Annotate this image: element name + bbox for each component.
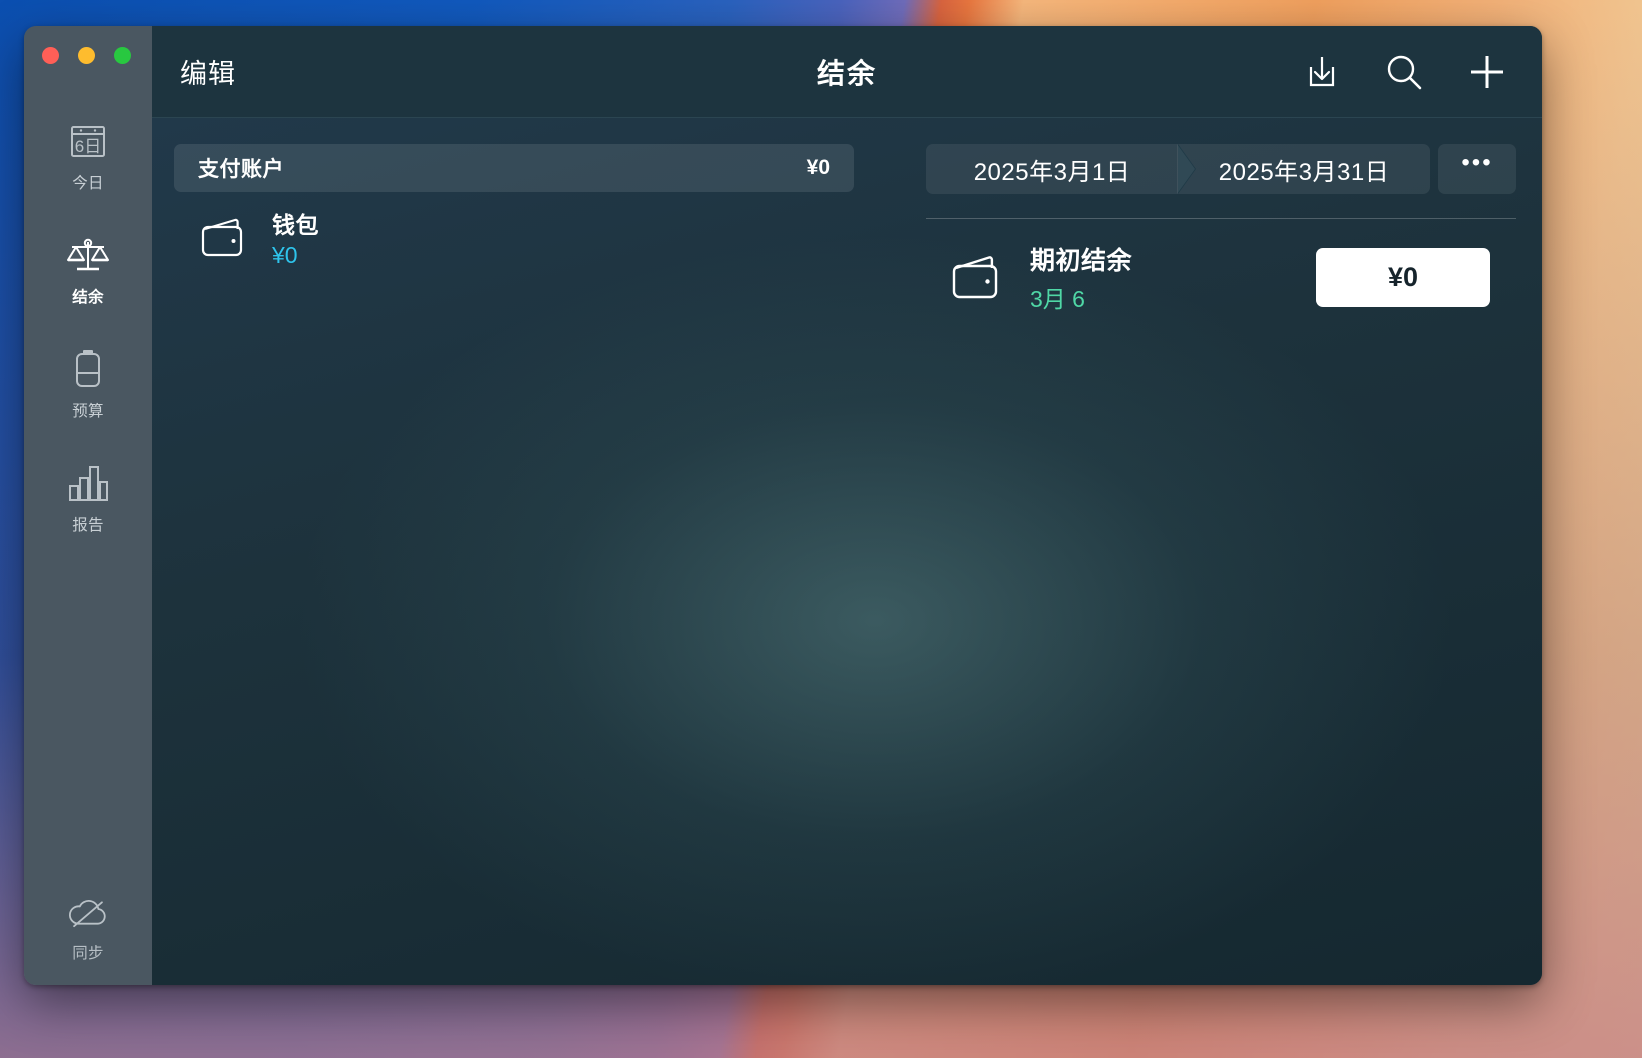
date-range-start[interactable]: 2025年3月1日: [926, 144, 1195, 194]
account-group-amount: ¥0: [806, 156, 830, 179]
account-text: 钱包 ¥0: [272, 206, 319, 269]
sidebar-item-reports[interactable]: 报告: [24, 460, 152, 535]
account-name: 钱包: [272, 212, 319, 238]
minimize-button[interactable]: [78, 47, 95, 64]
account-row[interactable]: 钱包 ¥0: [174, 192, 854, 269]
opening-balance-value[interactable]: ¥0: [1316, 248, 1490, 307]
calendar-6-icon: 6日: [65, 118, 111, 164]
account-group-name: 支付账户: [198, 158, 284, 181]
bar-chart-icon: [65, 460, 111, 506]
main-region: 编辑 结余 支付账户 ¥0 钱包 ¥0 2025年3月1日 2025年3月31日…: [152, 26, 1542, 985]
account-amount: ¥0: [272, 242, 298, 268]
account-group-header[interactable]: 支付账户 ¥0: [174, 144, 854, 192]
svg-text:6日: 6日: [75, 137, 101, 156]
sidebar-item-balance[interactable]: 结余: [24, 232, 152, 307]
sidebar-nav: 6日 今日 结余 预算 报告: [24, 118, 152, 535]
close-button[interactable]: [42, 47, 59, 64]
sidebar-item-label: 今日: [72, 175, 104, 192]
opening-balance-text: 期初结余 3月 6: [1030, 241, 1132, 314]
sidebar: 6日 今日 结余 预算 报告 同步: [24, 26, 152, 985]
opening-balance-title: 期初结余: [1030, 247, 1133, 275]
titlebar: 编辑 结余: [152, 26, 1542, 118]
date-options-button[interactable]: •••: [1438, 144, 1516, 194]
titlebar-actions: [1300, 49, 1510, 95]
battery-budget-icon: [65, 346, 111, 392]
app-window: 6日 今日 结余 预算 报告 同步 编辑 结余 支付账户 ¥0 钱包 ¥0 20…: [24, 26, 1542, 985]
edit-button[interactable]: 编辑: [180, 52, 236, 91]
date-range-pill: 2025年3月1日 2025年3月31日: [926, 144, 1430, 194]
sidebar-item-sync[interactable]: 同步: [24, 890, 152, 963]
wallet-icon: [198, 214, 254, 262]
opening-balance-row[interactable]: 期初结余 3月 6 ¥0: [926, 219, 1516, 314]
content-area: 支付账户 ¥0 钱包 ¥0 2025年3月1日 2025年3月31日 ••• 期…: [152, 118, 1542, 985]
sidebar-item-label: 同步: [72, 945, 104, 962]
opening-balance-date: 3月 6: [1030, 286, 1085, 312]
sidebar-item-label: 报告: [72, 517, 104, 534]
download-box-icon[interactable]: [1300, 50, 1344, 94]
sidebar-item-label: 结余: [72, 289, 104, 306]
wallet-icon: [948, 250, 1010, 306]
sidebar-item-label: 预算: [72, 403, 104, 420]
sidebar-item-today[interactable]: 6日 今日: [24, 118, 152, 193]
sidebar-item-budget[interactable]: 预算: [24, 346, 152, 421]
details-pane: 2025年3月1日 2025年3月31日 ••• 期初结余 3月 6 ¥0: [854, 144, 1516, 985]
search-icon[interactable]: [1382, 50, 1426, 94]
desktop-wallpaper: 6日 今日 结余 预算 报告 同步 编辑 结余 支付账户 ¥0 钱包 ¥0 20…: [0, 0, 1642, 1058]
date-range-end[interactable]: 2025年3月31日: [1178, 144, 1430, 194]
cloud-slash-icon: [65, 890, 111, 936]
window-controls: [42, 47, 131, 64]
balance-scale-icon: [65, 232, 111, 278]
date-range-bar: 2025年3月1日 2025年3月31日 •••: [926, 144, 1516, 194]
accounts-pane: 支付账户 ¥0 钱包 ¥0: [174, 144, 854, 985]
plus-icon[interactable]: [1464, 49, 1510, 95]
zoom-button[interactable]: [114, 47, 131, 64]
